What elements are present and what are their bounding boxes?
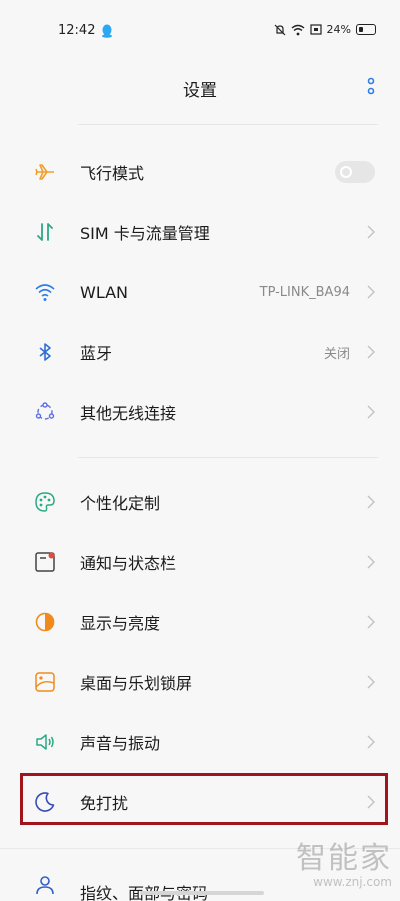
palette-icon <box>32 489 58 515</box>
wireless-connections-icon <box>32 399 58 425</box>
qq-notification-icon <box>102 24 112 38</box>
settings-item-sound[interactable]: 声音与振动 <box>0 712 400 772</box>
settings-item-label: 个性化定制 <box>80 494 161 513</box>
chevron-right-icon <box>367 555 375 569</box>
sim-data-icon <box>32 219 58 245</box>
chevron-right-icon <box>367 675 375 689</box>
settings-item-wallpaper[interactable]: 桌面与乐划锁屏 <box>0 652 400 712</box>
divider <box>78 124 378 125</box>
chevron-right-icon <box>367 495 375 509</box>
screen-cast-icon <box>309 24 322 35</box>
bluetooth-status: 关闭 <box>323 346 350 362</box>
header: 设置 <box>0 60 400 112</box>
divider <box>78 457 378 458</box>
wifi-status-icon <box>291 24 304 35</box>
settings-item-notifications[interactable]: 通知与状态栏 <box>0 532 400 592</box>
wifi-icon <box>32 279 58 305</box>
notification-icon <box>32 549 58 575</box>
settings-item-other-wireless[interactable]: 其他无线连接 <box>0 382 400 442</box>
airplane-icon <box>32 159 58 185</box>
status-bar: 12:42 24% <box>0 0 400 60</box>
bluetooth-icon <box>32 339 58 365</box>
sound-icon <box>32 729 58 755</box>
airplane-mode-toggle[interactable] <box>335 161 375 183</box>
settings-item-label: WLAN <box>80 282 129 302</box>
chevron-right-icon <box>367 285 375 299</box>
settings-item-wlan[interactable]: WLAN TP-LINK_BA94 <box>0 262 400 322</box>
battery-icon <box>356 24 376 35</box>
chevron-right-icon <box>367 225 375 239</box>
chevron-right-icon <box>367 345 375 359</box>
settings-item-label: 声音与振动 <box>80 734 161 753</box>
settings-item-label: 蓝牙 <box>80 344 113 363</box>
watermark-brand: 智能家 <box>296 841 392 876</box>
watermark-url: www.znj.com <box>313 875 392 889</box>
chevron-right-icon <box>367 615 375 629</box>
wallpaper-icon <box>32 669 58 695</box>
settings-item-label: SIM 卡与流量管理 <box>80 224 210 243</box>
watermark: 智能家 www.znj.com <box>296 833 392 889</box>
settings-item-label: 通知与状态栏 <box>80 554 177 573</box>
settings-item-label: 其他无线连接 <box>80 404 177 423</box>
highlight-box <box>20 773 388 825</box>
settings-item-display[interactable]: 显示与亮度 <box>0 592 400 652</box>
status-icons: 24% <box>274 23 376 36</box>
settings-item-label: 桌面与乐划锁屏 <box>80 674 193 693</box>
user-lock-icon <box>32 872 58 898</box>
chevron-right-icon <box>367 405 375 419</box>
settings-group-connectivity: 飞行模式 SIM 卡与流量管理 WLAN TP-LINK_BA94 蓝牙 关闭 … <box>0 142 400 442</box>
settings-item-bluetooth[interactable]: 蓝牙 关闭 <box>0 322 400 382</box>
more-options-icon[interactable] <box>366 76 376 98</box>
page-title: 设置 <box>183 81 217 101</box>
wlan-network-name: TP-LINK_BA94 <box>259 284 350 300</box>
battery-percent: 24% <box>326 23 351 36</box>
settings-item-label: 显示与亮度 <box>80 614 161 633</box>
settings-item-personalization[interactable]: 个性化定制 <box>0 472 400 532</box>
status-time: 12:42 <box>58 23 96 38</box>
settings-item-label: 飞行模式 <box>80 164 145 183</box>
settings-item-sim-data[interactable]: SIM 卡与流量管理 <box>0 202 400 262</box>
chevron-right-icon <box>367 735 375 749</box>
display-brightness-icon <box>32 609 58 635</box>
home-indicator[interactable] <box>140 891 264 895</box>
settings-item-airplane-mode[interactable]: 飞行模式 <box>0 142 400 202</box>
mute-bell-icon <box>274 24 285 35</box>
